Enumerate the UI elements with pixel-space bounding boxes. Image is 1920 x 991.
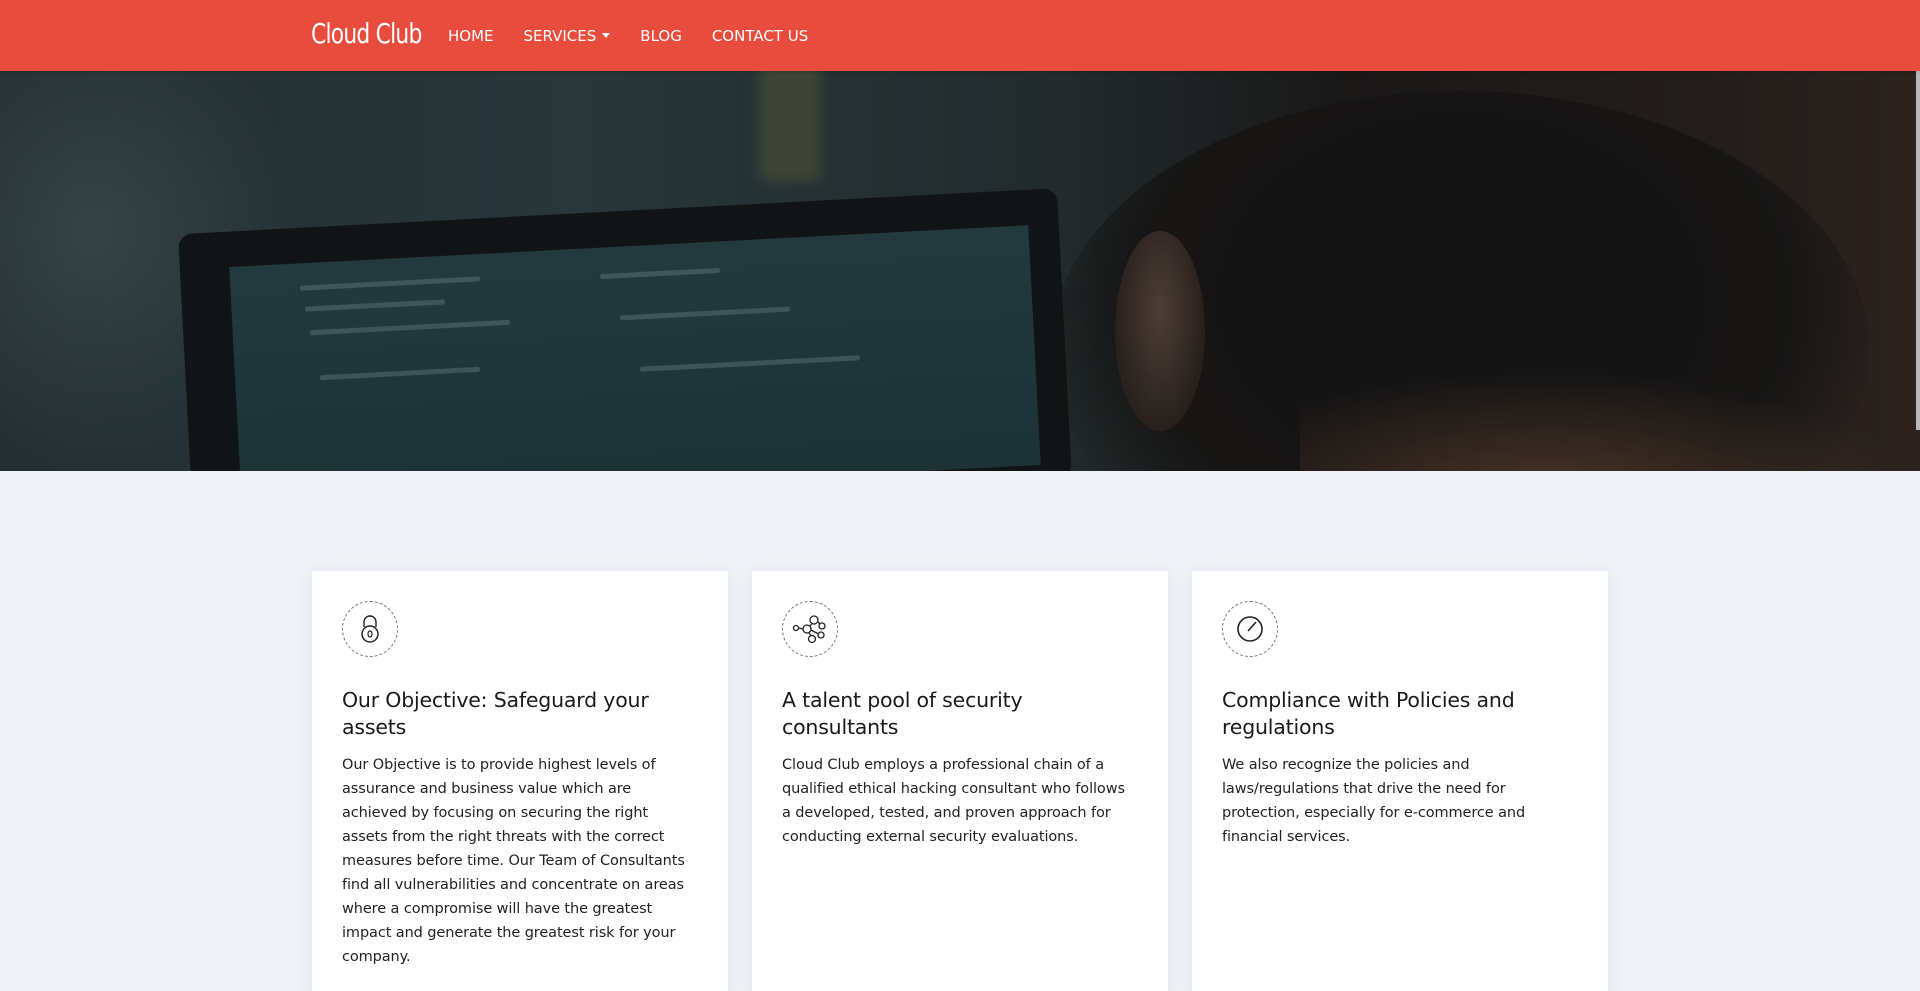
feature-title: A talent pool of security consultants [782, 688, 1023, 739]
feature-card: Our Objective: Safeguard your assets Our… [312, 571, 728, 991]
feature-title: Our Objective: Safeguard your assets [342, 688, 649, 739]
feature-card: Compliance with Policies and regulations… [1192, 571, 1608, 991]
nav-services-label: SERVICES [523, 26, 597, 45]
main-nav: HOME SERVICES BLOG CONTACT US [448, 0, 838, 71]
nav-blog[interactable]: BLOG [640, 27, 682, 45]
feature-card: A talent pool of security consultants Cl… [752, 571, 1168, 991]
caret-down-icon [602, 33, 611, 38]
gauge-icon [1222, 601, 1278, 657]
features-section: Our Objective: Safeguard your assets Our… [312, 571, 1608, 991]
network-icon [782, 601, 838, 657]
lock-icon [342, 601, 398, 657]
hero-overlay [0, 71, 1920, 471]
feature-title: Compliance with Policies and regulations [1222, 688, 1515, 739]
brand-logo[interactable]: Cloud Club [311, 17, 422, 50]
feature-text: Cloud Club employs a professional chain … [782, 757, 1125, 845]
feature-text: We also recognize the policies and laws/… [1222, 757, 1526, 845]
nav-contact-us[interactable]: CONTACT US [712, 27, 808, 45]
hero-image [0, 71, 1920, 471]
feature-text: Our Objective is to provide highest leve… [342, 757, 685, 965]
top-navbar: Cloud Club HOME SERVICES BLOG CONTACT US [0, 0, 1920, 71]
nav-services[interactable]: SERVICES [524, 27, 611, 45]
nav-home[interactable]: HOME [448, 27, 494, 45]
